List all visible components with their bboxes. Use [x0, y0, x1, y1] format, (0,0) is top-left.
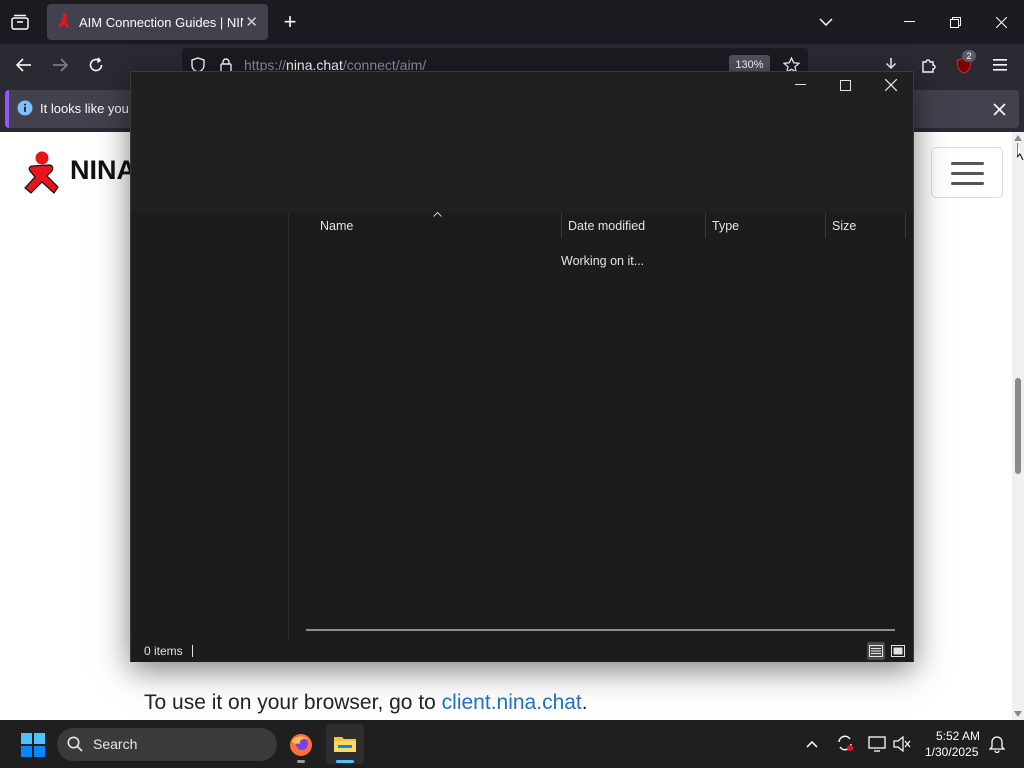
dialog-maximize-icon[interactable] [834, 75, 856, 95]
column-header-date-modified[interactable]: Date modified [568, 219, 645, 233]
item-count: 0 items [144, 644, 183, 658]
browser-usage-line: To use it on your browser, go to client.… [144, 691, 588, 715]
column-separator[interactable] [705, 212, 706, 238]
hamburger-line-icon [951, 162, 984, 165]
network-icon[interactable] [867, 734, 887, 754]
large-icons-view-icon[interactable] [889, 642, 907, 660]
client-link[interactable]: client.nina.chat [442, 691, 582, 714]
site-menu-button[interactable] [931, 147, 1003, 198]
file-open-dialog [130, 71, 914, 662]
taskbar-clock-date[interactable]: 1/30/2025 [925, 745, 978, 759]
file-list-horizontal-scrollbar[interactable] [306, 629, 895, 631]
firefox-taskbar-icon[interactable] [288, 732, 314, 758]
search-icon [66, 735, 84, 753]
dialog-navigation-pane[interactable] [131, 213, 289, 640]
reload-icon[interactable] [85, 54, 107, 76]
file-explorer-taskbar-icon[interactable] [326, 724, 364, 764]
column-separator[interactable] [561, 212, 562, 238]
notification-close-icon[interactable] [988, 98, 1010, 120]
taskbar-search-box[interactable] [57, 728, 277, 761]
tab-close-icon[interactable]: ✕ [245, 13, 258, 31]
loading-status-text: Working on it... [561, 254, 645, 268]
explorer-active-indicator [336, 760, 354, 763]
hamburger-line-icon [951, 172, 984, 175]
extensions-puzzle-icon[interactable] [918, 54, 940, 76]
mouse-cursor-icon [1017, 143, 1024, 161]
dialog-close-icon[interactable] [880, 75, 902, 95]
taskbar-clock-time[interactable]: 5:52 AM [936, 729, 980, 743]
new-tab-icon[interactable]: + [279, 9, 301, 34]
dialog-minimize-icon[interactable] [789, 75, 811, 95]
windows-start-icon[interactable] [20, 732, 45, 757]
forward-icon[interactable] [49, 54, 71, 76]
taskbar-search-label: Search [93, 736, 138, 752]
sync-update-icon[interactable] [835, 733, 855, 753]
window-minimize-icon[interactable] [898, 11, 920, 33]
info-icon [16, 99, 34, 117]
column-header-size[interactable]: Size [832, 219, 856, 233]
browser-usage-text: To use it on your browser, go to [144, 691, 442, 714]
column-header-type[interactable]: Type [712, 219, 739, 233]
app-menu-icon[interactable] [989, 54, 1011, 76]
firefox-running-indicator [297, 760, 305, 763]
volume-muted-icon[interactable] [892, 734, 912, 754]
back-icon[interactable] [13, 54, 35, 76]
column-separator[interactable] [905, 212, 906, 238]
notification-bell-icon[interactable] [987, 734, 1007, 754]
tab-aim-connection-guides[interactable]: AIM Connection Guides | NINA ✕ [47, 4, 268, 40]
scroll-down-arrow-icon[interactable] [1012, 708, 1024, 720]
notification-message: It looks like you h [40, 101, 140, 116]
details-view-icon[interactable] [867, 642, 885, 660]
show-hidden-icons-chevron-icon[interactable] [803, 735, 821, 753]
extension-badge-count: 2 [962, 50, 976, 62]
aim-running-man-logo[interactable] [22, 151, 62, 195]
dialog-status-bar [131, 640, 913, 662]
column-header-name[interactable]: Name [320, 219, 353, 233]
page-scroll-thumb[interactable] [1015, 378, 1021, 474]
window-close-icon[interactable] [990, 11, 1012, 33]
column-separator[interactable] [825, 212, 826, 238]
tab-title: AIM Connection Guides | NINA [79, 14, 243, 30]
tab-overview-icon[interactable] [9, 11, 31, 33]
window-restore-icon[interactable] [944, 11, 966, 33]
hamburger-line-icon [951, 182, 984, 185]
aim-favicon-icon [57, 12, 71, 32]
browser-usage-suffix: . [581, 691, 588, 714]
list-all-tabs-icon[interactable] [815, 11, 837, 33]
site-brand-name[interactable]: NINA [70, 155, 136, 186]
sort-ascending-icon [431, 210, 443, 218]
status-divider [192, 645, 193, 657]
